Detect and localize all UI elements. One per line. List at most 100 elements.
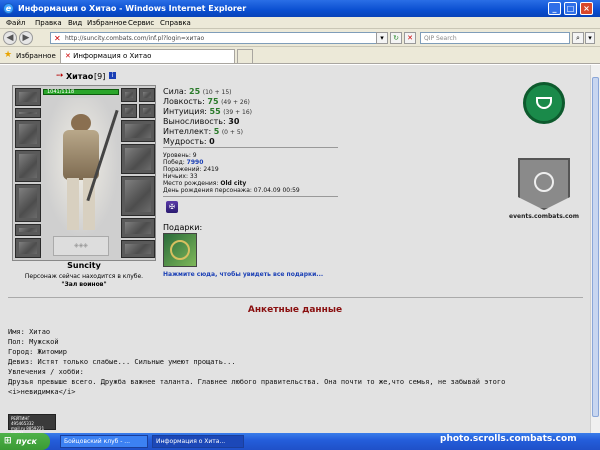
gloves-slot[interactable] (121, 120, 155, 142)
search-input[interactable]: QIP Search (420, 32, 570, 44)
info-level: Уровень: 9 (163, 152, 197, 159)
search-options-button[interactable]: ▾ (585, 32, 595, 44)
helmet-slot[interactable] (15, 88, 41, 106)
taskbar-item-info[interactable]: Информация о Хита... (152, 435, 244, 448)
stat-row-strength: Сила: 25 (10 + 15) (163, 87, 232, 96)
menu-edit[interactable]: Правка (35, 19, 62, 27)
menu-file[interactable]: Файл (6, 19, 25, 27)
shield-slot-left[interactable] (15, 238, 41, 258)
windows-logo-icon: ⊞ (4, 436, 12, 446)
profile-hobby-text: Друзья превыше всего. Дружба важнее тала… (8, 378, 506, 386)
boots-slot[interactable] (121, 218, 155, 238)
profile-name: Имя: Хитао (8, 328, 51, 336)
info-divider (163, 196, 338, 197)
page-content: ➙ Хитао [9] i 1041/1118 ◈◈◈ Suncity Перс… (0, 65, 590, 433)
gifts-label: Подарки: (163, 223, 203, 232)
stat-row-wisdom: Мудрость: 0 (163, 137, 215, 146)
menu-tools[interactable]: Сервис (128, 19, 154, 27)
city-emblem-icon: ◈◈◈ (53, 236, 109, 256)
events-link[interactable]: events.combats.com (508, 213, 580, 220)
stop-button[interactable]: ✕ (404, 32, 416, 44)
tab-active[interactable]: ✕ Информация о Хитао (60, 49, 235, 63)
profile-motto: Девиз: Истят только слабые... Сильные ум… (8, 358, 236, 366)
stats-divider (163, 147, 338, 148)
vertical-scrollbar[interactable] (590, 65, 600, 433)
offhand-slot[interactable] (121, 144, 155, 174)
menu-help[interactable]: Справка (160, 19, 191, 27)
location-place: "Зал воинов" (61, 281, 107, 288)
page-icon: ✕ (54, 34, 61, 43)
armor-slot[interactable] (15, 184, 41, 222)
belt-slot[interactable] (15, 224, 41, 236)
start-label: пуск (16, 437, 37, 446)
gift-emblem (170, 240, 190, 260)
menu-bar: Файл Правка Вид Избранное Сервис Справка (0, 17, 600, 29)
stat-row-endurance: Выносливость: 30 (163, 117, 240, 126)
back-button[interactable]: ◀ (3, 31, 17, 45)
profile-hobby-extra: <i>невидимка</i> (8, 388, 76, 396)
location-text: Персонаж сейчас находится в клубе. (24, 273, 144, 280)
scrollbar-thumb[interactable] (592, 77, 599, 417)
stat-row-intellect: Интеллект: 5 (0 + 5) (163, 127, 243, 136)
clan-badge-icon[interactable]: ✠ (166, 201, 178, 213)
favorites-label[interactable]: Избранное (16, 52, 56, 60)
figure-leg-left (67, 178, 79, 230)
search-placeholder: QIP Search (424, 35, 457, 42)
minimize-button[interactable]: _ (548, 2, 561, 15)
address-field[interactable]: ✕ http://suncity.combats.com/inf.pl?logi… (50, 32, 385, 44)
window-title: Информация о Хитао - Windows Internet Ex… (18, 4, 247, 13)
stat-row-intuition: Интуиция: 55 (39 + 16) (163, 107, 252, 116)
watermark: photo.scrolls.combats.com (440, 434, 577, 444)
address-url: http://suncity.combats.com/inf.pl?login=… (65, 35, 205, 42)
ring-slot-2[interactable] (121, 104, 137, 118)
ring-slot-1[interactable] (139, 88, 155, 102)
start-button[interactable]: ⊞ пуск (0, 433, 50, 450)
menu-favorites[interactable]: Избранное (87, 19, 127, 27)
address-dropdown-button[interactable]: ▾ (376, 32, 388, 44)
clan-bull-icon[interactable] (523, 82, 565, 124)
hp-value: 1041/1118 (47, 89, 75, 95)
address-bar: ◀ ▶ ✕ http://suncity.combats.com/inf.pl?… (0, 29, 600, 47)
ring-slot-3[interactable] (139, 104, 155, 118)
info-badge-icon[interactable]: i (109, 72, 116, 79)
bracers-slot[interactable] (15, 120, 41, 148)
info-birthplace-row: Место рождения: Old city (163, 180, 247, 187)
info-draws: Ничьих: 33 (163, 173, 198, 180)
leggings-slot[interactable] (121, 176, 155, 216)
profile-divider-top (8, 297, 583, 298)
city-name: Suncity (67, 261, 101, 270)
taskbar-item-combats[interactable]: Бойцовский клуб - ... (60, 435, 148, 448)
taskbar: ⊞ пуск Бойцовский клуб - ... Информация … (0, 433, 600, 450)
profile-hobby-label: Увлечения / хобби: (8, 368, 84, 376)
events-banner-icon[interactable] (518, 158, 570, 210)
favorites-star-icon[interactable]: ★ (4, 50, 12, 60)
profile-gender: Пол: Мужской (8, 338, 59, 346)
bull-head-shape (536, 97, 552, 109)
equipment-panel: 1041/1118 ◈◈◈ (12, 85, 156, 261)
search-icon[interactable]: ⌕ (572, 32, 584, 44)
stat-row-agility: Ловкость: 75 (49 + 26) (163, 97, 250, 106)
mailru-counter[interactable]: РЕЙТИНГ 495465332 mail.ru 8859221 98021 (8, 414, 56, 433)
weapon-slot[interactable] (15, 150, 41, 182)
refresh-button[interactable]: ↻ (390, 32, 402, 44)
banner-emblem (534, 172, 554, 192)
amulet-slot[interactable] (15, 108, 41, 118)
maximize-button[interactable]: □ (564, 2, 577, 15)
new-tab-button[interactable] (237, 49, 253, 63)
character-name: Хитао (66, 72, 94, 81)
attack-arrow-icon[interactable]: ➙ (56, 71, 64, 81)
tab-page-icon: ✕ (65, 52, 74, 60)
earring-slot[interactable] (121, 88, 137, 102)
info-losses: Поражений: 2419 (163, 166, 219, 173)
info-birthday: День рождения персонажа: 07.04.09 00:59 (163, 187, 300, 194)
forward-button[interactable]: ▶ (19, 31, 33, 45)
gifts-link[interactable]: Нажмите сюда, чтобы увидеть все подарки.… (163, 271, 323, 278)
info-wins-row: Побед: 7990 (163, 159, 204, 166)
gift-book-icon[interactable] (163, 233, 197, 267)
shield-slot-right[interactable] (121, 240, 155, 258)
menu-view[interactable]: Вид (68, 19, 82, 27)
close-window-button[interactable]: × (580, 2, 593, 15)
character-figure (43, 98, 119, 238)
profile-city: Город: Житомир (8, 348, 68, 356)
info-wins-link[interactable]: 7990 (187, 159, 204, 166)
